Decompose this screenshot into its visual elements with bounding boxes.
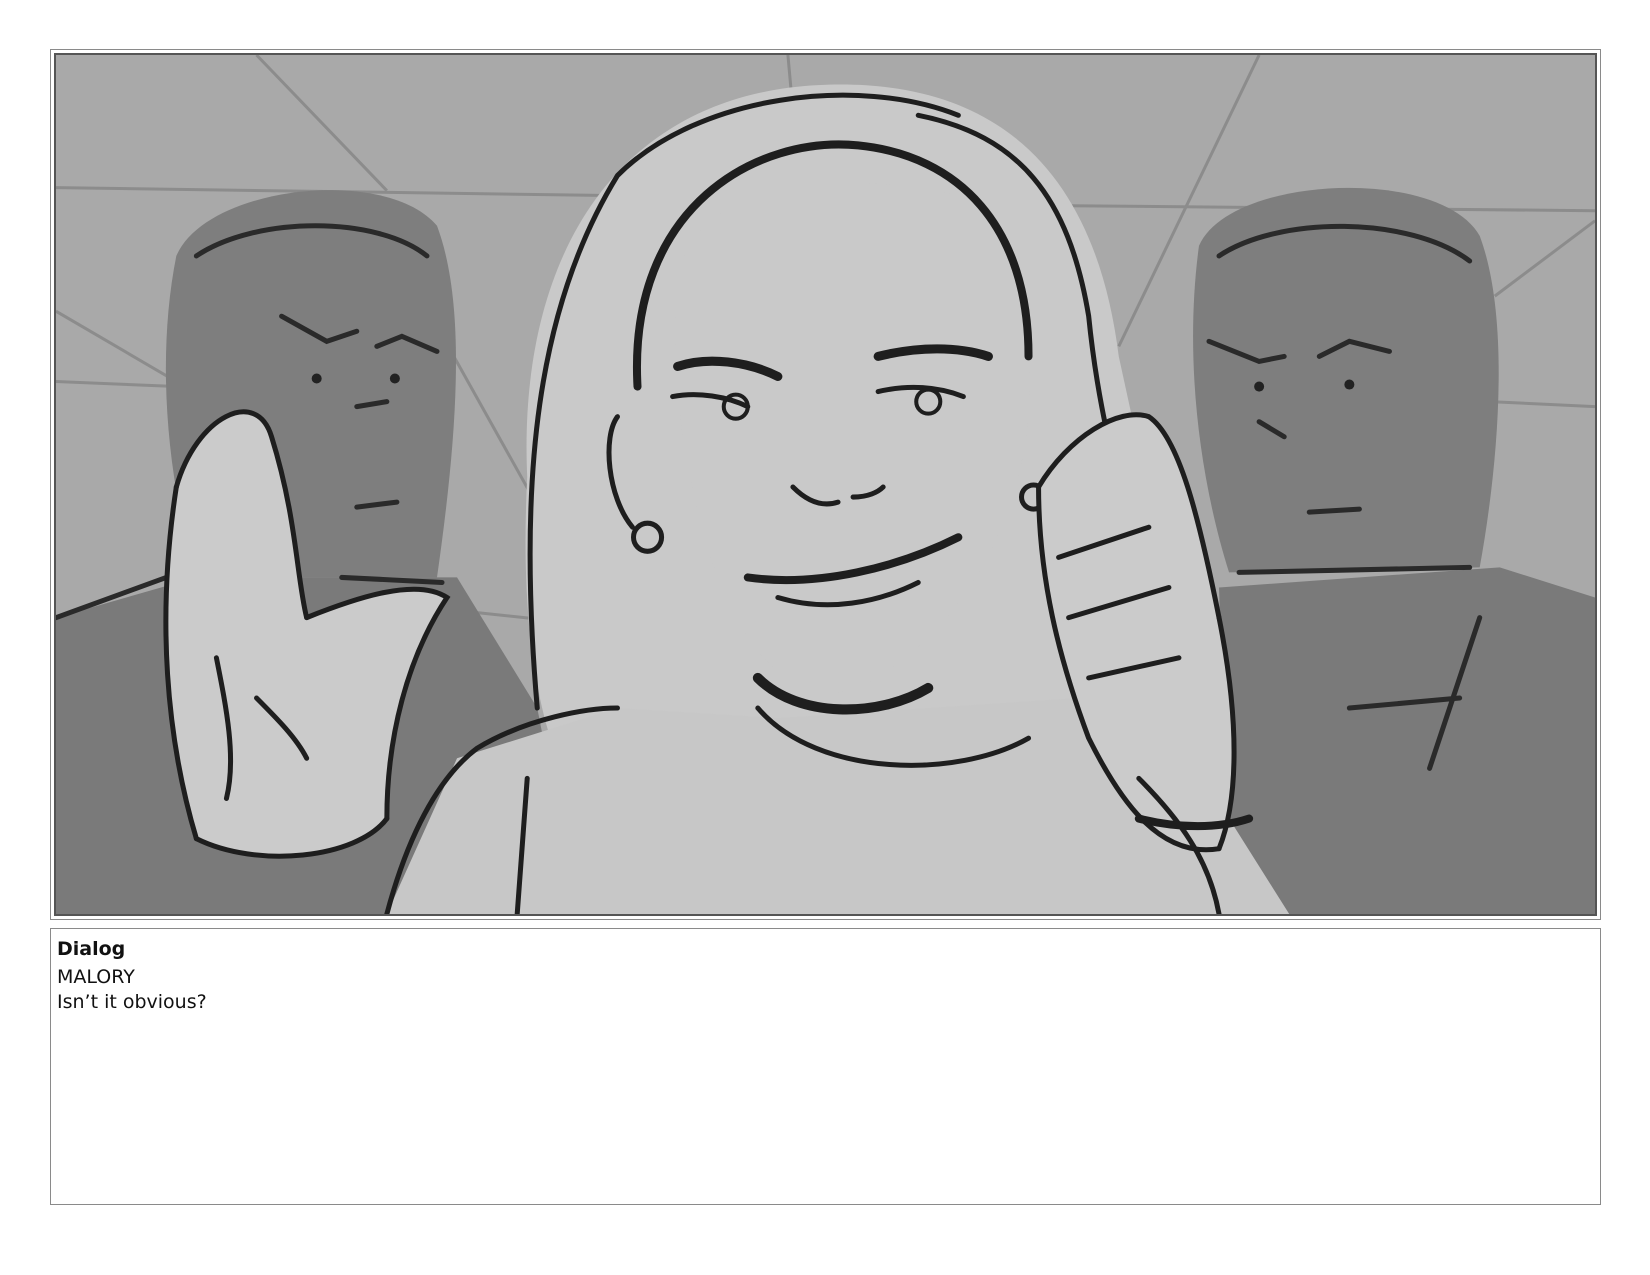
- dialog-line-text: Isn’t it obvious?: [57, 991, 207, 1013]
- dialog-box: Dialog MALORY Isn’t it obvious?: [50, 928, 1601, 1205]
- storyboard-panel-image: [54, 53, 1597, 916]
- sketch-image-icon: [56, 55, 1595, 914]
- storyboard-panel-frame: [50, 49, 1601, 920]
- dialog-character-name: MALORY: [57, 966, 135, 988]
- dialog-heading: Dialog: [57, 938, 126, 960]
